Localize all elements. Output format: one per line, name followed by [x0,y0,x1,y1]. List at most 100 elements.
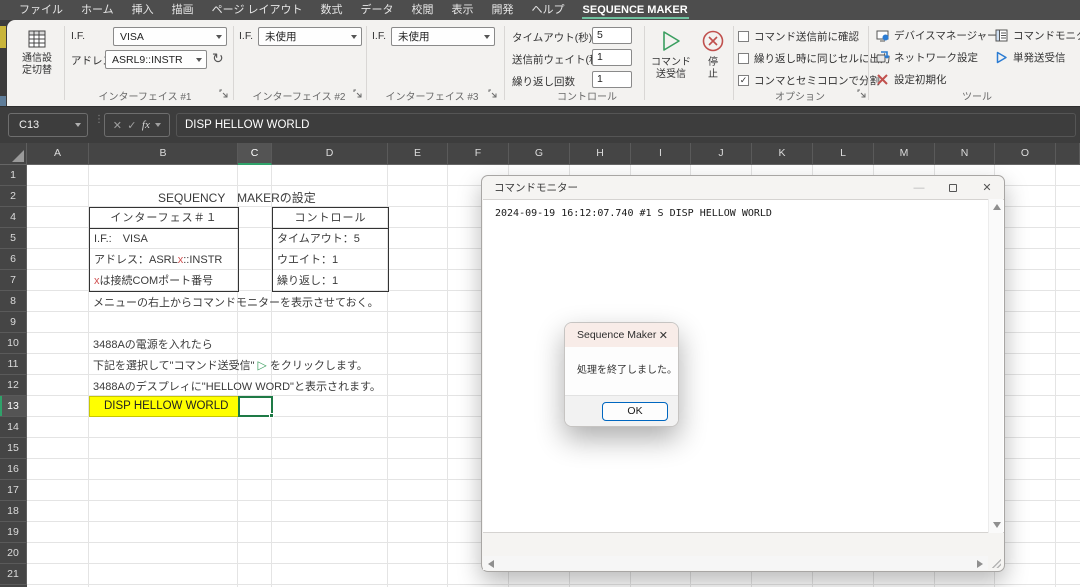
column-header-C[interactable]: C [238,143,272,165]
row-header-15[interactable]: 15 [0,438,27,459]
chevron-down-icon [75,123,81,127]
ribbon-tab-表示[interactable]: 表示 [443,0,483,20]
row-header-20[interactable]: 20 [0,543,27,564]
control-row-input-2[interactable]: 1 [592,71,632,88]
if2-dropdown[interactable]: 未使用 [258,27,362,46]
formula-input[interactable]: DISP HELLOW WORLD [176,113,1076,137]
select-all-button[interactable] [0,143,27,165]
option-checkbox-2[interactable]: ✓コンマとセミコロンで分割 [738,73,880,88]
ribbon-tab-数式[interactable]: 数式 [312,0,352,20]
row-header-16[interactable]: 16 [0,459,27,480]
column-header-I[interactable]: I [631,143,691,165]
row-header-2[interactable]: 2 [0,186,27,207]
ribbon-tab-校閲[interactable]: 校閲 [403,0,443,20]
tool-reset-settings[interactable]: 設定初期化 [876,72,947,87]
row-header-4[interactable]: 4 [0,207,27,228]
column-header-E[interactable]: E [388,143,448,165]
tool-device-manager[interactable]: デバイスマネージャー [876,28,998,43]
control-row-input-1[interactable]: 1 [592,49,632,66]
scroll-up-icon[interactable] [993,204,1001,210]
row-header-7[interactable]: 7 [0,270,27,291]
highlighted-cell-B13[interactable]: DISP HELLOW WORLD [89,396,239,417]
comm-settings-toggle-button[interactable]: 通信設 定切替 [14,26,60,102]
row-header-9[interactable]: 9 [0,312,27,333]
dialog-title-bar[interactable]: Sequence Maker ✕ [565,323,678,347]
row-header-17[interactable]: 17 [0,480,27,501]
ok-button[interactable]: OK [602,402,668,421]
maximize-icon[interactable] [936,176,970,199]
column-header-G[interactable]: G [509,143,570,165]
row-header-18[interactable]: 18 [0,501,27,522]
tools-group-label: ツール [887,88,1067,103]
row-header-1[interactable]: 1 [0,165,27,186]
ribbon-tab-sequence-maker[interactable]: SEQUENCE MAKER [574,0,697,20]
row-header-10[interactable]: 10 [0,333,27,354]
if1-dialog-launcher-icon[interactable] [219,89,229,99]
close-icon[interactable]: ✕ [659,329,668,342]
ribbon-tab-ヘルプ[interactable]: ヘルプ [523,0,574,20]
column-header-M[interactable]: M [874,143,935,165]
scroll-left-icon[interactable] [488,560,494,568]
column-header-B[interactable]: B [89,143,238,165]
column-header-A[interactable]: A [27,143,89,165]
scroll-right-icon[interactable] [977,560,983,568]
name-box[interactable]: C13 [8,113,88,137]
control-row-input-0[interactable]: 5 [592,27,632,44]
ribbon-tab-ファイル[interactable]: ファイル [10,0,72,20]
column-header-O[interactable]: O [995,143,1056,165]
monitor-title-bar[interactable]: コマンドモニター — ✕ [482,176,1004,199]
row-header-11[interactable]: 11 [0,354,27,375]
resize-grip[interactable] [992,559,1001,568]
tool-network-settings[interactable]: ネットワーク設定 [876,50,978,65]
ribbon-tab-ページ レイアウト[interactable]: ページ レイアウト [203,0,312,20]
enter-icon[interactable]: ✓ [127,119,136,132]
column-header-L[interactable]: L [813,143,874,165]
control-info-box: コントロール タイムアウト：5 ウエイト：1 繰り返し：1 [272,207,389,292]
column-header-N[interactable]: N [935,143,995,165]
fill-handle[interactable] [269,413,274,418]
vertical-scrollbar[interactable] [988,199,1003,533]
option-checkbox-0[interactable]: コマンド送信前に確認 [738,29,859,44]
ribbon-tab-開発[interactable]: 開発 [483,0,523,20]
name-box-value: C13 [19,119,39,131]
row-header-5[interactable]: 5 [0,228,27,249]
row-header-21[interactable]: 21 [0,564,27,585]
column-header-H[interactable]: H [570,143,631,165]
row-header-6[interactable]: 6 [0,249,27,270]
tool-command-monitor[interactable]: コマンドモニター [995,28,1080,43]
formula-bar-grip[interactable]: ⋮ [94,117,104,123]
insert-function-icon[interactable]: fx [142,119,150,131]
row-header-14[interactable]: 14 [0,417,27,438]
if2-dialog-launcher-icon[interactable] [353,89,363,99]
row-header-13[interactable]: 13 [0,396,27,417]
minimize-icon[interactable]: — [902,176,936,199]
options-dialog-launcher-icon[interactable] [857,89,867,99]
ribbon-tab-データ[interactable]: データ [352,0,403,20]
column-header-D[interactable]: D [272,143,388,165]
active-cell-C13[interactable] [238,396,273,417]
column-header-J[interactable]: J [691,143,752,165]
ribbon-tab-挿入[interactable]: 挿入 [123,0,163,20]
row-header-12[interactable]: 12 [0,375,27,396]
if1-address-dropdown[interactable]: ASRL9::INSTR [105,50,207,69]
ribbon-tab-ホーム[interactable]: ホーム [72,0,123,20]
close-icon[interactable]: ✕ [970,176,1004,199]
if3-dropdown[interactable]: 未使用 [391,27,495,46]
cancel-icon[interactable]: ✕ [113,119,122,132]
checkbox-checked-icon: ✓ [738,75,749,86]
stop-button[interactable]: 停 止 [696,26,730,102]
scroll-down-icon[interactable] [993,522,1001,528]
column-header-F[interactable]: F [448,143,509,165]
row-header-8[interactable]: 8 [0,291,27,312]
if1-dropdown[interactable]: VISA [113,27,227,46]
refresh-icon[interactable]: ↻ [212,50,224,67]
command-send-receive-button[interactable]: コマンド 送受信 [648,26,694,102]
ribbon-tab-描画[interactable]: 描画 [163,0,203,20]
if3-dialog-launcher-icon[interactable] [488,89,498,99]
horizontal-scrollbar[interactable] [483,556,988,570]
row-header-19[interactable]: 19 [0,522,27,543]
chevron-down-icon [216,35,222,39]
column-header-K[interactable]: K [752,143,813,165]
stop-circle-x-icon [701,29,725,53]
tool-single-send-receive[interactable]: 単発送受信 [995,50,1066,65]
